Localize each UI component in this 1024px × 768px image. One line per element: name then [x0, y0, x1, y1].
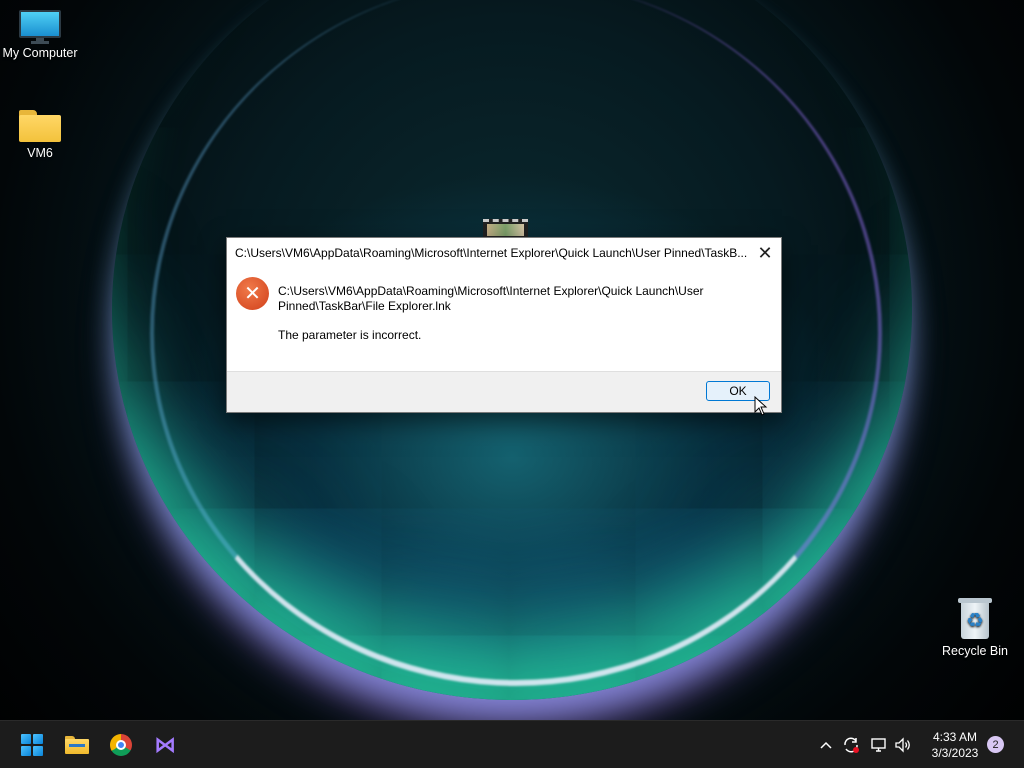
desktop-icon-label: VM6 — [27, 146, 53, 160]
desktop-icon-label: Recycle Bin — [942, 644, 1008, 658]
dialog-title: C:\Users\VM6\AppData\Roaming\Microsoft\I… — [235, 246, 748, 260]
notification-badge[interactable]: 2 — [987, 736, 1004, 753]
close-button[interactable]: ✕ — [749, 238, 781, 268]
dialog-message-text: The parameter is incorrect. — [278, 328, 422, 342]
tray-overflow-button[interactable] — [816, 721, 836, 768]
visual-studio-icon: ⋈ — [154, 732, 176, 758]
error-dialog: C:\Users\VM6\AppData\Roaming\Microsoft\I… — [226, 237, 782, 413]
tray-volume-button[interactable] — [892, 721, 914, 768]
tray-network-button[interactable] — [868, 721, 890, 768]
taskbar-visual-studio[interactable]: ⋈ — [149, 729, 181, 761]
chrome-icon — [110, 734, 132, 756]
dialog-footer: OK — [227, 371, 781, 412]
dialog-titlebar[interactable]: C:\Users\VM6\AppData\Roaming\Microsoft\I… — [227, 238, 781, 268]
clock-time: 4:33 AM — [932, 730, 978, 744]
desktop-icon-my-computer[interactable]: My Computer — [0, 10, 80, 60]
file-explorer-icon — [65, 736, 89, 754]
network-icon — [871, 737, 886, 752]
taskbar-clock[interactable]: 4:33 AM 3/3/2023 — [920, 729, 990, 761]
desktop-icon-vm6[interactable]: VM6 — [0, 110, 80, 160]
tray-sync-button[interactable] — [840, 721, 862, 768]
windows-start-icon — [21, 734, 43, 756]
dialog-message-path: C:\Users\VM6\AppData\Roaming\Microsoft\I… — [278, 284, 704, 313]
monitor-icon — [19, 10, 61, 44]
close-icon: ✕ — [757, 242, 773, 263]
drag-thumbnail — [483, 219, 528, 237]
taskbar-file-explorer[interactable] — [61, 729, 93, 761]
clock-date: 3/3/2023 — [931, 746, 979, 760]
desktop-icon-recycle-bin[interactable]: ♻ Recycle Bin — [935, 598, 1015, 658]
taskbar-chrome[interactable] — [105, 729, 137, 761]
start-button[interactable] — [16, 729, 48, 761]
chevron-up-icon — [820, 741, 832, 749]
error-icon: ✕ — [236, 277, 269, 310]
volume-icon — [895, 736, 910, 753]
folder-icon — [19, 110, 61, 142]
taskbar: ⋈ 4:33 AM 3/3/2023 2 — [0, 720, 1024, 768]
desktop-icon-label: My Computer — [2, 46, 78, 60]
recycle-bin-icon: ♻ — [958, 598, 992, 640]
sync-alert-icon — [844, 737, 859, 753]
